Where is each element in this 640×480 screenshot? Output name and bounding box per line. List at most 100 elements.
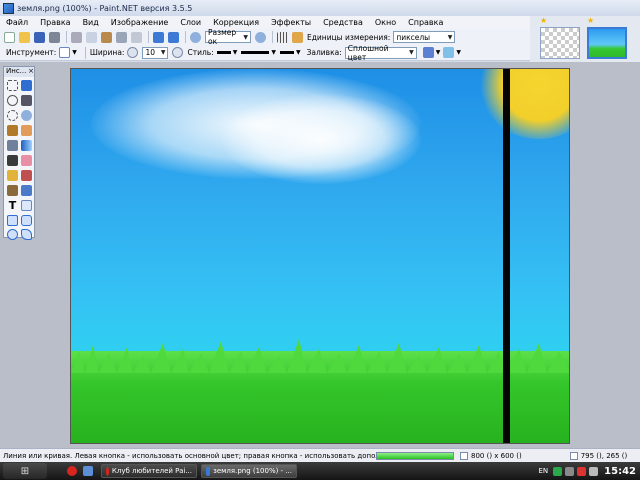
tools-window-header[interactable]: Инс... ×	[4, 67, 34, 77]
line-end-style[interactable]	[279, 51, 294, 54]
chevron-down-icon[interactable]: ▼	[296, 49, 301, 56]
blend-mode-icon[interactable]	[443, 47, 455, 58]
main-toolbar: Размер ок ▼ Единицы измерения: пикселы ▼	[0, 28, 530, 46]
system-tray: EN 15:42	[526, 462, 640, 480]
decrease-width-icon[interactable]	[127, 47, 139, 58]
image-thumbnail-zemlya[interactable]	[587, 27, 627, 59]
menu-effects[interactable]: Эффекты	[265, 18, 317, 27]
pan-tool-icon[interactable]	[21, 125, 32, 136]
color-picker-tool-icon[interactable]	[21, 170, 32, 181]
chevron-down-icon: ▼	[243, 33, 248, 41]
menu-utilities[interactable]: Средства	[317, 18, 369, 27]
ellipse-tool-icon[interactable]	[7, 229, 18, 240]
cut-icon[interactable]	[71, 31, 82, 43]
taskbar-item-paintnet[interactable]: земля.png (100%) - ...	[201, 464, 297, 478]
increase-width-icon[interactable]	[172, 47, 184, 58]
paint-bucket-tool-icon[interactable]	[7, 140, 18, 151]
width-select[interactable]: 10 ▼	[142, 46, 169, 59]
paste-icon[interactable]	[101, 31, 112, 43]
crop-icon[interactable]	[116, 31, 127, 43]
tools-window: Инс... × T	[3, 66, 35, 240]
lasso-tool-icon[interactable]	[7, 95, 18, 106]
chevron-down-icon[interactable]: ▼	[271, 49, 276, 56]
menu-bar: Файл Правка Вид Изображение Слои Коррекц…	[0, 16, 530, 29]
rectangle-select-tool-icon[interactable]	[7, 80, 18, 91]
language-indicator[interactable]: EN	[538, 467, 548, 475]
paintbrush-tool-icon[interactable]	[7, 155, 18, 166]
save-icon[interactable]	[34, 31, 45, 43]
chevron-down-icon[interactable]: ▼	[72, 49, 77, 56]
close-icon[interactable]: ×	[28, 67, 34, 77]
units-select[interactable]: пикселы ▼	[393, 31, 456, 43]
grass-blades	[71, 339, 569, 373]
taskbar-item-label: Клуб любителей Pai...	[111, 467, 192, 475]
units-label: Единицы измерения:	[307, 32, 391, 42]
image-canvas[interactable]	[70, 68, 570, 444]
zoom-value: Размер ок	[208, 28, 237, 46]
tray-app-icon[interactable]	[553, 466, 563, 476]
divider	[185, 31, 186, 43]
chevron-down-icon: ▼	[447, 33, 453, 41]
progress-fill	[377, 452, 453, 459]
text-tool-icon[interactable]: T	[7, 200, 18, 211]
menu-image[interactable]: Изображение	[105, 18, 175, 27]
ruler-icon[interactable]	[292, 31, 303, 43]
freeform-shape-tool-icon[interactable]	[21, 229, 32, 240]
clock[interactable]: 15:42	[604, 466, 636, 477]
paintnet-icon	[206, 466, 211, 476]
menu-layers[interactable]: Слои	[174, 18, 207, 27]
grid-icon[interactable]	[277, 31, 288, 43]
line-curve-tool-icon[interactable]	[59, 47, 71, 58]
chevron-down-icon[interactable]: ▼	[436, 49, 441, 56]
menu-view[interactable]: Вид	[77, 18, 105, 27]
move-selected-tool-icon[interactable]	[21, 95, 32, 106]
clone-stamp-tool-icon[interactable]	[7, 185, 18, 196]
zoom-tool-icon[interactable]	[21, 110, 32, 121]
magic-wand-tool-icon[interactable]	[7, 125, 18, 136]
tray-volume-icon[interactable]	[589, 466, 599, 476]
divider	[84, 46, 86, 59]
pencil-tool-icon[interactable]	[7, 170, 18, 181]
rounded-rectangle-tool-icon[interactable]	[21, 215, 32, 226]
zoom-select[interactable]: Размер ок ▼	[205, 28, 251, 46]
print-icon[interactable]	[49, 31, 60, 43]
image-thumbnail-transparent[interactable]	[540, 27, 580, 59]
zoom-in-icon[interactable]	[255, 31, 266, 43]
menu-help[interactable]: Справка	[402, 18, 449, 27]
fill-select[interactable]: Сплошной цвет ▼	[344, 44, 417, 62]
deselect-icon[interactable]	[131, 31, 142, 43]
divider	[148, 31, 149, 43]
open-icon[interactable]	[19, 31, 30, 43]
tray-antivirus-icon[interactable]	[577, 466, 587, 476]
chevron-down-icon[interactable]: ▼	[456, 49, 461, 56]
eraser-tool-icon[interactable]	[21, 155, 32, 166]
undo-icon[interactable]	[153, 31, 164, 43]
start-button[interactable]: ⊞	[3, 463, 47, 479]
line-start-style[interactable]	[216, 51, 231, 54]
status-hint: Линия или кривая. Левая кнопка - использ…	[3, 451, 376, 460]
move-selection-tool-icon[interactable]	[21, 80, 32, 91]
tray-network-icon[interactable]	[565, 466, 575, 476]
line-curve-tool-icon[interactable]	[21, 200, 32, 211]
redo-icon[interactable]	[168, 31, 179, 43]
taskbar-item-forum[interactable]: Клуб любителей Pai...	[101, 464, 197, 478]
recolor-tool-icon[interactable]	[21, 185, 32, 196]
menu-window[interactable]: Окно	[369, 18, 402, 27]
gradient-tool-icon[interactable]	[21, 140, 32, 151]
tool-label: Инструмент:	[6, 48, 57, 57]
dash-style[interactable]	[241, 51, 270, 54]
menu-edit[interactable]: Правка	[34, 18, 76, 27]
antialiasing-icon[interactable]	[422, 47, 434, 58]
black-line	[503, 69, 510, 443]
ellipse-select-tool-icon[interactable]	[7, 110, 18, 121]
menu-adjustments[interactable]: Коррекция	[207, 18, 265, 27]
new-image-icon[interactable]	[4, 31, 15, 43]
rectangle-tool-icon[interactable]	[7, 215, 18, 226]
window-title: земля.png (100%) - Paint.NET версия 3.5.…	[17, 3, 193, 13]
zoom-icon[interactable]	[190, 31, 201, 43]
copy-icon[interactable]	[86, 31, 97, 43]
opera-quicklaunch-icon[interactable]	[67, 466, 77, 476]
desktop-quicklaunch-icon[interactable]	[83, 466, 93, 476]
chevron-down-icon[interactable]: ▼	[233, 49, 238, 56]
menu-file[interactable]: Файл	[0, 18, 34, 27]
